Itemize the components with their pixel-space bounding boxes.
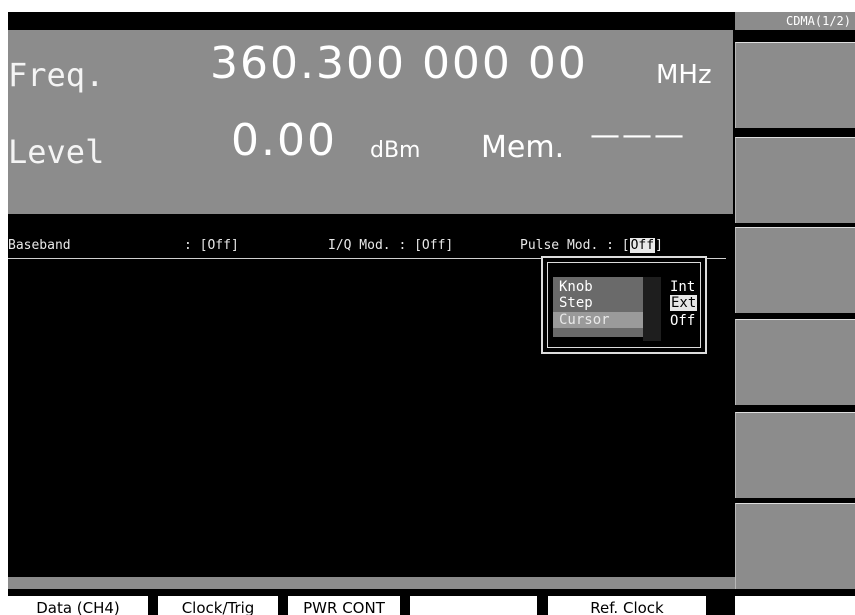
softkey-menu-title: CDMA(1/2) — [735, 12, 855, 30]
option-off[interactable]: Off — [670, 313, 695, 329]
freq-label: Freq. — [8, 56, 105, 94]
option-knob[interactable]: Knob — [559, 279, 593, 295]
softkey-1[interactable] — [735, 42, 855, 128]
baseband-label: Baseband — [8, 238, 71, 253]
level-unit: dBm — [370, 138, 421, 163]
baseband-value: : [Off] — [184, 238, 239, 253]
pulse-mod-label: Pulse Mod. : [ — [520, 238, 630, 253]
bottom-band — [8, 577, 735, 589]
pulse-mod-close: ] — [655, 238, 663, 253]
popup-divider — [643, 277, 661, 341]
option-cursor[interactable]: Cursor — [553, 312, 643, 328]
tab-pwr-cont[interactable]: PWR CONT — [288, 596, 400, 615]
pulse-mod-value[interactable]: Off — [629, 238, 656, 253]
popup-frame: Knob Step Cursor Int Ext Off — [547, 262, 701, 348]
freq-unit: MHz — [656, 60, 712, 90]
option-step[interactable]: Step — [559, 295, 593, 311]
softkey-6[interactable] — [735, 503, 855, 589]
tab-clock-trig[interactable]: Clock/Trig — [158, 596, 278, 615]
iq-mod-status: I/Q Mod. : [Off] — [328, 238, 454, 253]
softkey-5[interactable] — [735, 412, 855, 498]
freq-value[interactable]: 360.300 000 00 — [210, 38, 588, 89]
softkey-2[interactable] — [735, 137, 855, 223]
option-ext[interactable]: Ext — [670, 295, 698, 311]
pulse-mod-status: Pulse Mod. : [Off] — [520, 238, 663, 253]
level-label: Level — [8, 133, 105, 171]
level-value[interactable]: 0.00 — [231, 115, 337, 166]
source-select-popup: Knob Step Cursor Int Ext Off — [541, 256, 707, 354]
softkey-4[interactable] — [735, 319, 855, 405]
softkey-3[interactable] — [735, 227, 855, 313]
mem-label: Mem. — [481, 130, 565, 165]
option-int[interactable]: Int — [670, 279, 695, 295]
bottom-tabs: Data (CH4) Clock/Trig PWR CONT Ref. Cloc… — [8, 596, 733, 615]
tab-ref-clock[interactable]: Ref. Clock — [548, 596, 706, 615]
popup-mode-list: Knob Step Cursor — [553, 277, 643, 337]
tab-data-ch4[interactable]: Data (CH4) — [8, 596, 148, 615]
mem-value[interactable]: ——— — [590, 118, 686, 153]
softkey-footer — [735, 596, 855, 615]
main-readout-panel: Freq. 360.300 000 00 MHz Level 0.00 dBm … — [8, 30, 733, 214]
tab-empty[interactable] — [410, 596, 537, 615]
softkey-panel: CDMA(1/2) — [735, 12, 855, 615]
